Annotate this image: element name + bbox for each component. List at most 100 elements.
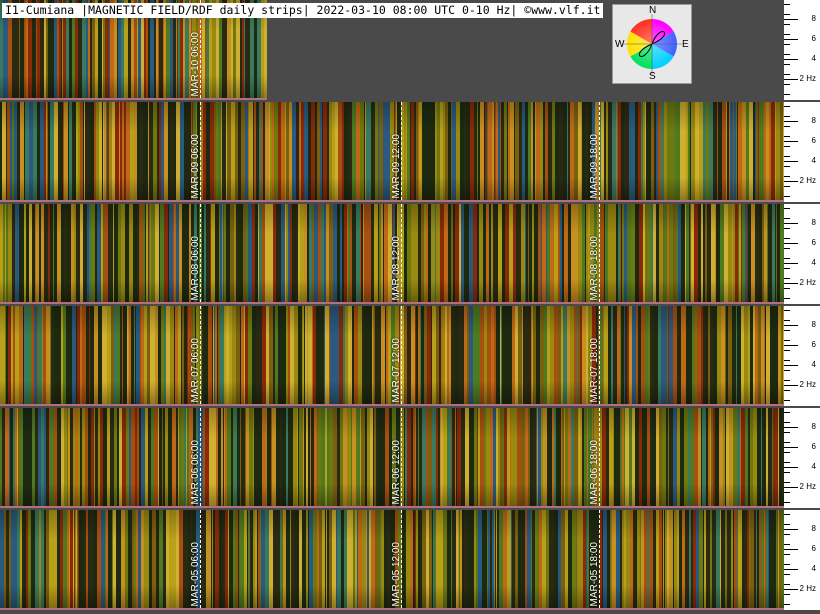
scale-tick-label: 2 Hz — [799, 176, 816, 185]
scale-tick — [784, 94, 790, 95]
scale-tick — [784, 340, 790, 341]
scale-tick — [784, 4, 790, 5]
scale-tick — [784, 268, 790, 269]
scale-tick-label: 2 Hz — [799, 380, 816, 389]
strip-divider — [0, 506, 784, 508]
scale-tick — [784, 422, 790, 423]
scale-tick — [784, 574, 790, 575]
scale-tick-label: 8 — [811, 320, 816, 329]
scale-tick — [784, 186, 790, 187]
scale-tick — [784, 106, 790, 107]
time-marker: MAR-09 18:00 — [589, 102, 600, 200]
time-marker: MAR-06 06:00 — [190, 408, 201, 506]
scale-tick — [784, 54, 790, 55]
scale-tick — [784, 218, 790, 219]
time-marker: MAR-08 12:00 — [391, 204, 402, 302]
scale-tick — [784, 166, 790, 167]
scale-tick — [784, 156, 790, 157]
frequency-scale: 8 6 4 2 Hz — [784, 408, 820, 508]
scale-tick — [784, 141, 798, 142]
scale-tick — [784, 345, 798, 346]
time-marker-label: MAR-06 06:00 — [190, 439, 201, 504]
scale-tick — [784, 604, 790, 605]
scale-tick — [784, 208, 790, 209]
compass-south-label: S — [649, 71, 656, 82]
scale-tick-label: 4 — [811, 258, 816, 267]
scale-tick-label: 4 — [811, 156, 816, 165]
spectrogram-strip-mar09: MAR-09 06:00 MAR-09 12:00 MAR-09 18:00 — [0, 102, 784, 202]
scale-tick-label: 6 — [811, 544, 816, 553]
time-marker-label: MAR-09 12:00 — [391, 133, 402, 198]
scale-tick — [784, 14, 790, 15]
header-title: I1-Cumiana |MAGNETIC FIELD/RDF daily str… — [2, 3, 604, 18]
scale-tick — [784, 584, 790, 585]
frequency-scale: 8 6 4 2 Hz — [784, 102, 820, 202]
frequency-scale: 8 6 4 2 Hz — [784, 0, 820, 100]
scale-tick — [784, 390, 790, 391]
frequency-scale: 8 6 4 2 Hz — [784, 306, 820, 406]
scale-tick — [784, 502, 790, 503]
scale-tick — [784, 238, 790, 239]
scale-tick — [784, 126, 790, 127]
scale-tick-label: 2 Hz — [799, 482, 816, 491]
scale-tick — [784, 116, 790, 117]
time-marker-label: MAR-07 12:00 — [391, 337, 402, 402]
scale-tick — [784, 288, 790, 289]
frequency-scale: 8 6 4 2 Hz — [784, 510, 820, 610]
spectrogram-strip-mar05: MAR-05 06:00 MAR-05 12:00 MAR-05 18:00 — [0, 510, 784, 610]
scale-tick — [784, 447, 798, 448]
scale-tick-label: 6 — [811, 34, 816, 43]
scale-tick — [784, 350, 790, 351]
strip-divider — [0, 98, 267, 100]
scale-tick — [784, 84, 790, 85]
scale-tick — [784, 298, 790, 299]
scale-tick — [784, 325, 798, 326]
spectrogram-strip-mar08: MAR-08 06:00 MAR-08 12:00 MAR-08 18:00 — [0, 204, 784, 304]
scale-tick — [784, 549, 798, 550]
scale-tick — [784, 534, 790, 535]
spectrogram-strip-mar07: MAR-07 06:00 MAR-07 12:00 MAR-07 18:00 — [0, 306, 784, 406]
scale-tick — [784, 370, 790, 371]
time-marker: MAR-05 12:00 — [391, 510, 402, 608]
scale-tick — [784, 467, 798, 468]
time-marker-label: MAR-08 18:00 — [589, 235, 600, 300]
scale-tick — [784, 283, 798, 284]
scale-tick-label: 8 — [811, 524, 816, 533]
scale-tick-label: 4 — [811, 462, 816, 471]
time-marker: MAR-05 18:00 — [589, 510, 600, 608]
direction-compass: N E S W — [612, 4, 692, 84]
scale-tick — [784, 462, 790, 463]
scale-tick — [784, 569, 798, 570]
scale-tick — [784, 442, 790, 443]
scale-tick-label: 6 — [811, 238, 816, 247]
scale-tick — [784, 19, 798, 20]
spectrogram-strip-mar06: MAR-06 06:00 MAR-06 12:00 MAR-06 18:00 — [0, 408, 784, 508]
scale-tick — [784, 223, 798, 224]
scale-tick-label: 6 — [811, 340, 816, 349]
scale-tick — [784, 64, 790, 65]
time-marker-label: MAR-05 18:00 — [589, 541, 600, 606]
compass-north-label: N — [649, 5, 657, 16]
scale-tick — [784, 554, 790, 555]
scale-tick — [784, 594, 790, 595]
strip-divider — [0, 608, 784, 610]
scale-tick — [784, 385, 798, 386]
scale-tick — [784, 146, 790, 147]
strip-divider — [0, 404, 784, 406]
time-marker: MAR-08 06:00 — [190, 204, 201, 302]
scale-tick — [784, 263, 798, 264]
scale-tick — [784, 482, 790, 483]
scale-tick-label: 4 — [811, 54, 816, 63]
scale-tick — [784, 365, 798, 366]
scale-tick — [784, 24, 790, 25]
scale-tick — [784, 228, 790, 229]
scale-tick — [784, 492, 790, 493]
scale-tick — [784, 121, 798, 122]
scale-tick — [784, 34, 790, 35]
frequency-scale: 8 6 4 2 Hz — [784, 204, 820, 304]
scale-tick — [784, 39, 798, 40]
scale-tick — [784, 44, 790, 45]
scale-tick-label: 2 Hz — [799, 278, 816, 287]
scale-tick — [784, 432, 790, 433]
scale-tick — [784, 514, 790, 515]
